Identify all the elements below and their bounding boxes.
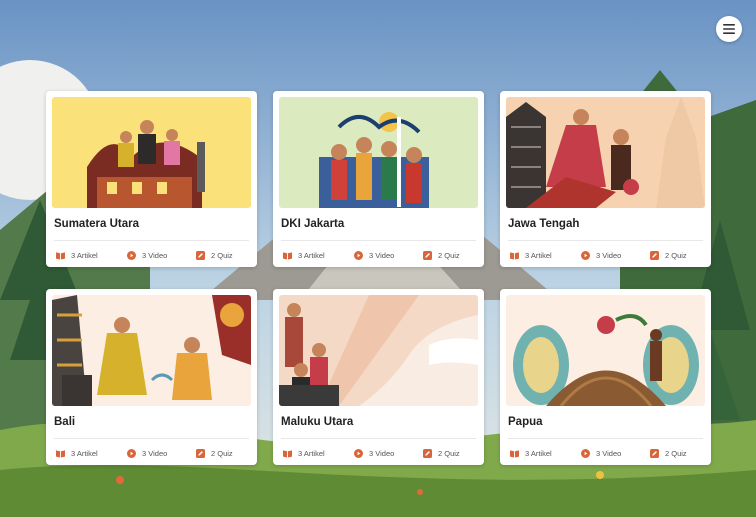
- quiz-count-label: 2 Quiz: [665, 448, 687, 458]
- video-count-label: 3 Video: [142, 250, 168, 260]
- video-count: 3 Video: [127, 250, 196, 260]
- quiz-pencil-icon: [196, 250, 205, 260]
- book-icon: [283, 251, 292, 260]
- play-icon: [581, 250, 590, 260]
- play-icon: [127, 250, 136, 260]
- quiz-count: 2 Quiz: [196, 448, 233, 458]
- video-count: 3 Video: [581, 448, 650, 458]
- region-card-jawa-tengah[interactable]: Jawa Tengah 3 Artikel 3 Video 2 Quiz: [500, 91, 711, 267]
- region-title: Sumatera Utara: [54, 218, 140, 230]
- article-count: 3 Artikel: [510, 251, 581, 260]
- article-count-label: 3 Artikel: [298, 448, 325, 458]
- quiz-pencil-icon: [423, 250, 432, 260]
- bali-illustration: [52, 295, 251, 406]
- quiz-pencil-icon: [423, 448, 432, 458]
- video-count-label: 3 Video: [596, 448, 622, 458]
- papua-illustration: [506, 295, 705, 406]
- article-count-label: 3 Artikel: [71, 250, 98, 260]
- book-icon: [56, 251, 65, 260]
- video-count: 3 Video: [581, 250, 650, 260]
- video-count: 3 Video: [354, 448, 423, 458]
- quiz-count-label: 2 Quiz: [438, 448, 460, 458]
- divider: [508, 240, 703, 241]
- article-count: 3 Artikel: [56, 251, 127, 260]
- article-count-label: 3 Artikel: [71, 448, 98, 458]
- book-icon: [283, 449, 292, 458]
- dki-jakarta-illustration: [279, 97, 478, 208]
- sumatera-utara-illustration: [52, 97, 251, 208]
- region-title: Maluku Utara: [281, 416, 354, 428]
- article-count: 3 Artikel: [510, 449, 581, 458]
- play-icon: [127, 448, 136, 458]
- region-title: DKI Jakarta: [281, 218, 345, 230]
- region-card-papua[interactable]: Papua 3 Artikel 3 Video 2 Quiz: [500, 289, 711, 465]
- region-stats: 3 Artikel 3 Video 2 Quiz: [510, 445, 705, 461]
- menu-button[interactable]: [716, 16, 742, 42]
- region-card-sumatera-utara[interactable]: Sumatera Utara 3 Artikel 3 Video 2 Quiz: [46, 91, 257, 267]
- quiz-count: 2 Quiz: [650, 448, 687, 458]
- region-stats: 3 Artikel 3 Video 2 Quiz: [283, 445, 478, 461]
- book-icon: [56, 449, 65, 458]
- video-count-label: 3 Video: [596, 250, 622, 260]
- video-count: 3 Video: [127, 448, 196, 458]
- article-count: 3 Artikel: [283, 449, 354, 458]
- jawa-tengah-illustration: [506, 97, 705, 208]
- region-card-bali[interactable]: Bali 3 Artikel 3 Video 2 Quiz: [46, 289, 257, 465]
- quiz-count-label: 2 Quiz: [665, 250, 687, 260]
- quiz-count: 2 Quiz: [423, 250, 460, 260]
- region-card-grid: Sumatera Utara 3 Artikel 3 Video 2 Quiz: [46, 91, 711, 465]
- article-count: 3 Artikel: [283, 251, 354, 260]
- region-stats: 3 Artikel 3 Video 2 Quiz: [56, 445, 251, 461]
- article-count-label: 3 Artikel: [298, 250, 325, 260]
- divider: [281, 438, 476, 439]
- hamburger-menu-icon: [723, 24, 735, 34]
- play-icon: [581, 448, 590, 458]
- quiz-pencil-icon: [650, 448, 659, 458]
- maluku-utara-illustration: [279, 295, 478, 406]
- quiz-pencil-icon: [650, 250, 659, 260]
- region-stats: 3 Artikel 3 Video 2 Quiz: [510, 247, 705, 263]
- region-card-dki-jakarta[interactable]: DKI Jakarta 3 Artikel 3 Video 2 Quiz: [273, 91, 484, 267]
- article-count: 3 Artikel: [56, 449, 127, 458]
- region-stats: 3 Artikel 3 Video 2 Quiz: [56, 247, 251, 263]
- play-icon: [354, 448, 363, 458]
- play-icon: [354, 250, 363, 260]
- quiz-pencil-icon: [196, 448, 205, 458]
- book-icon: [510, 251, 519, 260]
- divider: [54, 240, 249, 241]
- region-title: Bali: [54, 416, 76, 428]
- video-count: 3 Video: [354, 250, 423, 260]
- video-count-label: 3 Video: [142, 448, 168, 458]
- quiz-count: 2 Quiz: [650, 250, 687, 260]
- region-card-maluku-utara[interactable]: Maluku Utara 3 Artikel 3 Video 2 Quiz: [273, 289, 484, 465]
- article-count-label: 3 Artikel: [525, 448, 552, 458]
- region-title: Jawa Tengah: [508, 218, 580, 230]
- quiz-count: 2 Quiz: [423, 448, 460, 458]
- quiz-count-label: 2 Quiz: [438, 250, 460, 260]
- article-count-label: 3 Artikel: [525, 250, 552, 260]
- divider: [54, 438, 249, 439]
- divider: [508, 438, 703, 439]
- region-title: Papua: [508, 416, 543, 428]
- book-icon: [510, 449, 519, 458]
- video-count-label: 3 Video: [369, 448, 395, 458]
- divider: [281, 240, 476, 241]
- region-stats: 3 Artikel 3 Video 2 Quiz: [283, 247, 478, 263]
- video-count-label: 3 Video: [369, 250, 395, 260]
- quiz-count: 2 Quiz: [196, 250, 233, 260]
- quiz-count-label: 2 Quiz: [211, 448, 233, 458]
- quiz-count-label: 2 Quiz: [211, 250, 233, 260]
